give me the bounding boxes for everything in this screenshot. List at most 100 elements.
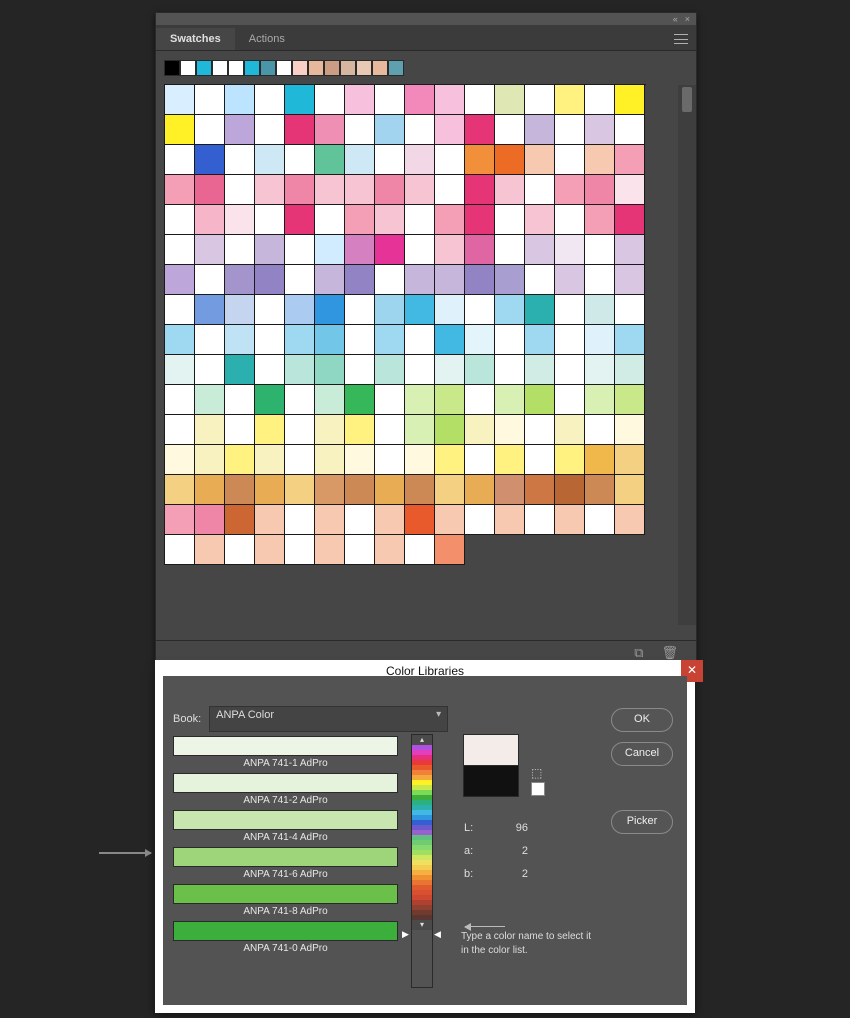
swatch-cell[interactable] xyxy=(195,505,225,535)
swatch-cell[interactable] xyxy=(615,115,645,145)
swatch-cell[interactable] xyxy=(375,85,405,115)
swatch-cell[interactable] xyxy=(255,505,285,535)
quick-swatch[interactable] xyxy=(340,60,356,76)
swatch-cell[interactable] xyxy=(465,265,495,295)
swatch-cell[interactable] xyxy=(375,505,405,535)
swatch-cell[interactable] xyxy=(195,85,225,115)
swatch-cell[interactable] xyxy=(255,85,285,115)
swatch-cell[interactable] xyxy=(525,385,555,415)
swatch-cell[interactable] xyxy=(195,175,225,205)
color-list-item[interactable] xyxy=(173,847,398,867)
swatch-cell[interactable] xyxy=(225,235,255,265)
swatch-cell[interactable] xyxy=(165,295,195,325)
swatch-cell[interactable] xyxy=(585,115,615,145)
swatch-cell[interactable] xyxy=(285,235,315,265)
swatch-cell[interactable] xyxy=(495,145,525,175)
swatch-cell[interactable] xyxy=(525,325,555,355)
swatch-cell[interactable] xyxy=(345,145,375,175)
color-list-item[interactable] xyxy=(173,921,398,941)
swatch-cell[interactable] xyxy=(495,295,525,325)
swatch-cell[interactable] xyxy=(435,235,465,265)
swatch-cell[interactable] xyxy=(255,145,285,175)
swatch-cell[interactable] xyxy=(375,175,405,205)
swatch-cell[interactable] xyxy=(345,115,375,145)
swatch-cell[interactable] xyxy=(225,385,255,415)
swatch-cell[interactable] xyxy=(615,205,645,235)
swatch-cell[interactable] xyxy=(195,415,225,445)
swatch-cell[interactable] xyxy=(615,445,645,475)
swatch-cell[interactable] xyxy=(405,475,435,505)
swatch-cell[interactable] xyxy=(375,415,405,445)
swatch-cell[interactable] xyxy=(495,175,525,205)
swatch-cell[interactable] xyxy=(315,475,345,505)
swatch-cell[interactable] xyxy=(255,385,285,415)
swatch-cell[interactable] xyxy=(585,145,615,175)
swatch-cell[interactable] xyxy=(585,175,615,205)
swatch-cell[interactable] xyxy=(285,325,315,355)
quick-swatch[interactable] xyxy=(276,60,292,76)
quick-swatch[interactable] xyxy=(260,60,276,76)
swatch-cell[interactable] xyxy=(255,475,285,505)
swatch-cell[interactable] xyxy=(315,175,345,205)
swatch-cell[interactable] xyxy=(585,415,615,445)
swatch-cell[interactable] xyxy=(615,235,645,265)
quick-swatch[interactable] xyxy=(372,60,388,76)
swatch-cell[interactable] xyxy=(585,505,615,535)
swatch-cell[interactable] xyxy=(555,505,585,535)
swatch-cell[interactable] xyxy=(615,355,645,385)
swatch-cell[interactable] xyxy=(225,85,255,115)
swatch-cell[interactable] xyxy=(465,175,495,205)
swatch-cell[interactable] xyxy=(195,445,225,475)
swatch-cell[interactable] xyxy=(555,205,585,235)
picker-button[interactable]: Picker xyxy=(611,810,673,834)
swatch-cell[interactable] xyxy=(255,265,285,295)
swatch-cell[interactable] xyxy=(585,475,615,505)
swatch-cell[interactable] xyxy=(345,475,375,505)
swatch-cell[interactable] xyxy=(465,235,495,265)
swatch-cell[interactable] xyxy=(375,265,405,295)
swatch-cell[interactable] xyxy=(435,85,465,115)
quick-swatch[interactable] xyxy=(196,60,212,76)
swatch-cell[interactable] xyxy=(615,295,645,325)
swatch-cell[interactable] xyxy=(435,265,465,295)
swatch-cell[interactable] xyxy=(495,235,525,265)
swatch-cell[interactable] xyxy=(225,145,255,175)
swatch-cell[interactable] xyxy=(555,355,585,385)
swatch-cell[interactable] xyxy=(375,325,405,355)
swatch-cell[interactable] xyxy=(465,415,495,445)
swatch-cell[interactable] xyxy=(585,325,615,355)
swatch-cell[interactable] xyxy=(555,175,585,205)
swatch-cell[interactable] xyxy=(435,145,465,175)
swatch-cell[interactable] xyxy=(435,505,465,535)
swatch-cell[interactable] xyxy=(255,295,285,325)
swatch-cell[interactable] xyxy=(375,475,405,505)
swatch-cell[interactable] xyxy=(315,415,345,445)
swatch-cell[interactable] xyxy=(465,85,495,115)
swatch-cell[interactable] xyxy=(225,415,255,445)
swatch-cell[interactable] xyxy=(525,145,555,175)
swatch-cell[interactable] xyxy=(255,115,285,145)
swatch-cell[interactable] xyxy=(315,265,345,295)
swatch-cell[interactable] xyxy=(315,325,345,355)
swatch-cell[interactable] xyxy=(165,535,195,565)
swatch-cell[interactable] xyxy=(405,445,435,475)
swatch-cell[interactable] xyxy=(405,325,435,355)
swatch-cell[interactable] xyxy=(195,115,225,145)
swatch-cell[interactable] xyxy=(315,115,345,145)
swatch-cell[interactable] xyxy=(525,85,555,115)
swatch-cell[interactable] xyxy=(315,445,345,475)
swatch-cell[interactable] xyxy=(495,505,525,535)
swatch-cell[interactable] xyxy=(225,175,255,205)
swatch-cell[interactable] xyxy=(375,445,405,475)
swatch-cell[interactable] xyxy=(285,295,315,325)
swatch-cell[interactable] xyxy=(465,505,495,535)
swatch-cell[interactable] xyxy=(465,385,495,415)
swatch-cell[interactable] xyxy=(345,415,375,445)
swatch-cell[interactable] xyxy=(525,205,555,235)
swatch-cell[interactable] xyxy=(405,505,435,535)
swatch-cell[interactable] xyxy=(405,205,435,235)
swatch-cell[interactable] xyxy=(615,175,645,205)
swatch-cell[interactable] xyxy=(585,445,615,475)
swatch-cell[interactable] xyxy=(345,235,375,265)
swatch-cell[interactable] xyxy=(345,355,375,385)
